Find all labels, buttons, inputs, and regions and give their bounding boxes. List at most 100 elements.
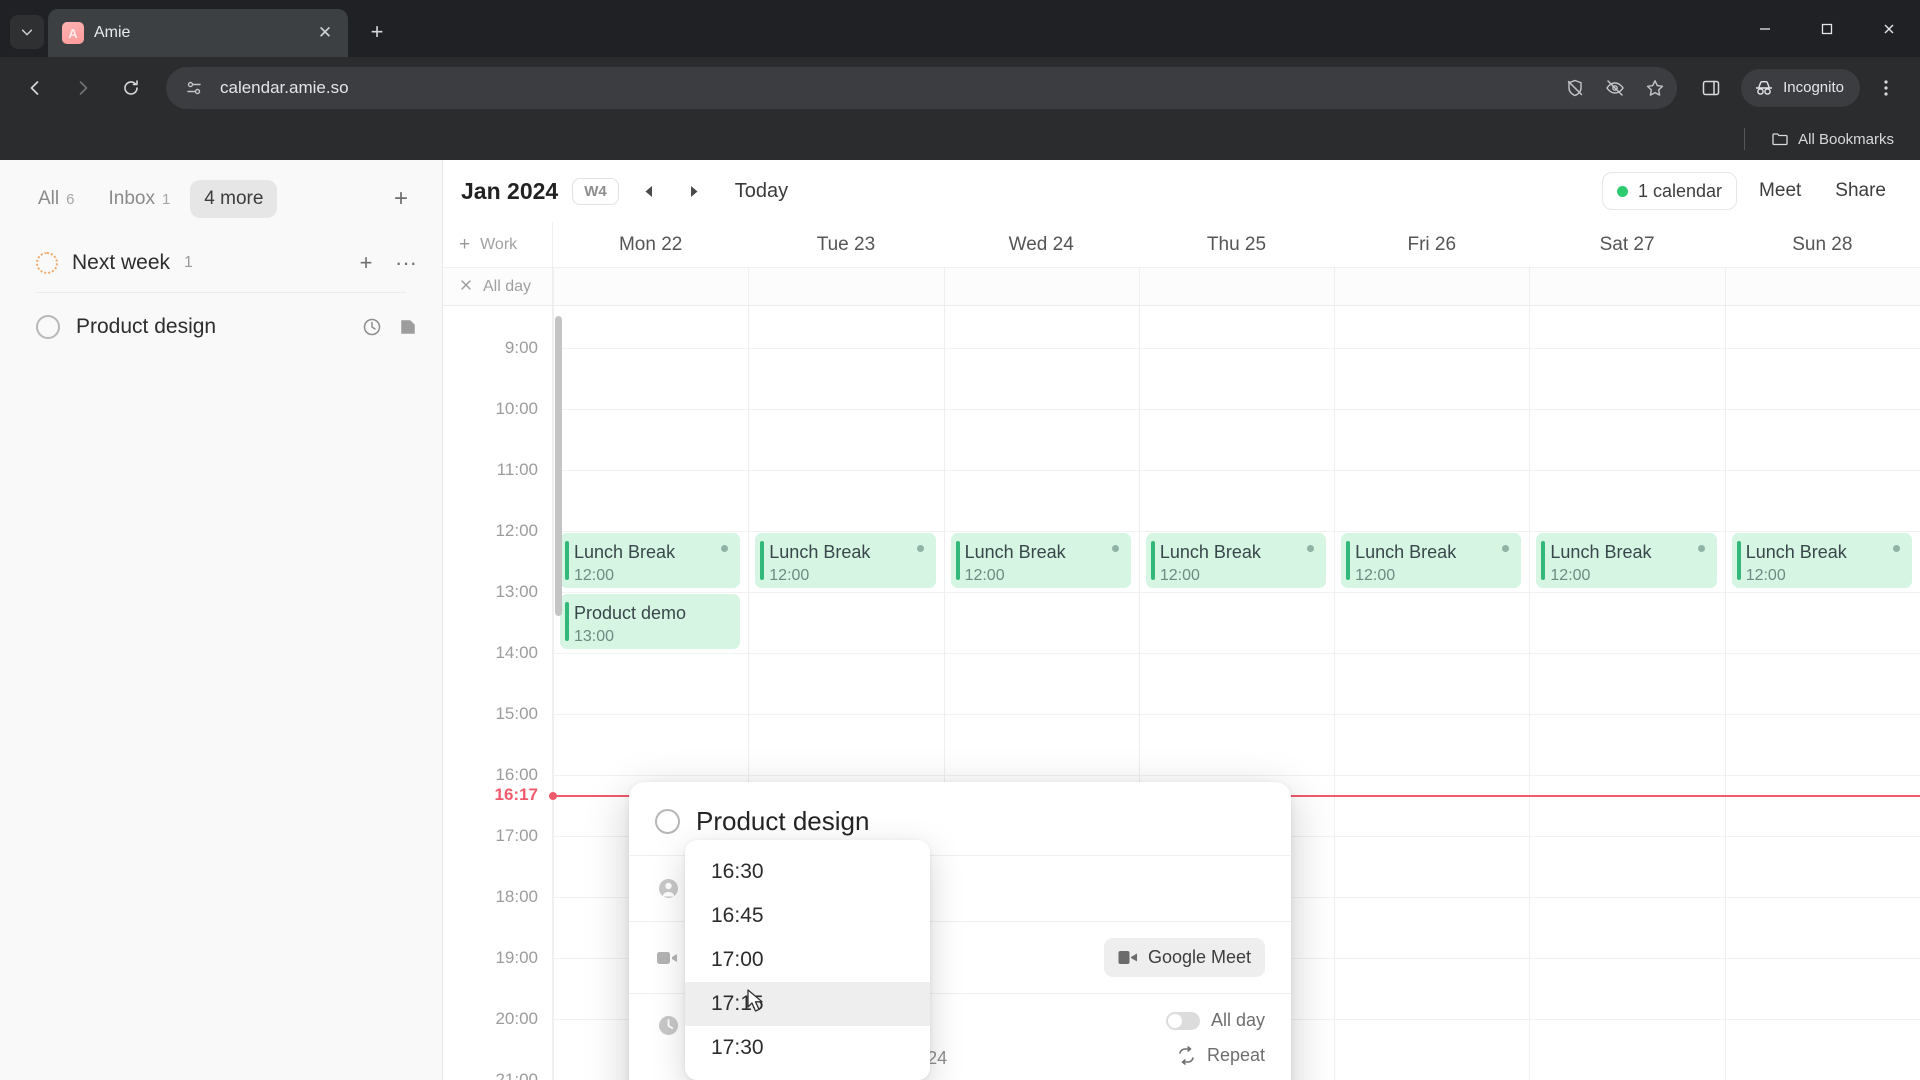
calendar-event[interactable]: Lunch Break 12:00 xyxy=(1145,533,1327,588)
day-column[interactable]: Lunch Break 12:00 xyxy=(1334,306,1530,1080)
calendar-event[interactable]: Product demo 13:00 xyxy=(560,594,741,649)
add-calendar-icon[interactable]: + xyxy=(459,234,470,256)
calendar-event[interactable]: Lunch Break 12:00 xyxy=(1341,533,1522,588)
time-option[interactable]: 16:30 xyxy=(685,850,930,894)
work-toggle[interactable]: + Work xyxy=(443,222,553,267)
hour-gridline xyxy=(1530,897,1725,898)
collapse-icon[interactable] xyxy=(459,276,473,298)
event-time: 12:00 xyxy=(964,566,1005,584)
all-day-toggle[interactable]: All day xyxy=(1165,1010,1265,1031)
time-option[interactable]: 17:30 xyxy=(685,1026,930,1070)
day-header-sun[interactable]: Sun 28 xyxy=(1725,222,1920,267)
calendar-event[interactable]: Lunch Break 12:00 xyxy=(560,533,741,588)
close-window-icon[interactable] xyxy=(1858,0,1920,57)
task-checkbox[interactable] xyxy=(36,315,60,339)
side-panel-icon[interactable] xyxy=(1691,68,1731,108)
day-column[interactable]: Lunch Break 12:00 xyxy=(1529,306,1725,1080)
incognito-eye-icon[interactable] xyxy=(1601,74,1629,102)
scrollbar-thumb[interactable] xyxy=(555,316,562,616)
event-title: Lunch Break xyxy=(574,542,676,562)
today-button[interactable]: Today xyxy=(725,175,798,208)
hour-gridline xyxy=(749,470,944,471)
week-number-chip[interactable]: W4 xyxy=(572,177,619,205)
day-header-tue[interactable]: Tue 23 xyxy=(748,222,943,267)
event-title: Lunch Break xyxy=(1745,542,1847,562)
address-bar[interactable]: calendar.amie.so xyxy=(166,66,1678,109)
all-day-cell[interactable] xyxy=(943,268,1139,305)
hour-gridline xyxy=(944,531,1139,532)
meet-button[interactable]: Meet xyxy=(1747,172,1813,210)
next-week-icon[interactable] xyxy=(679,175,711,207)
tracking-protection-icon[interactable] xyxy=(1561,74,1589,102)
task-item-product-design[interactable]: Product design xyxy=(0,293,442,361)
add-list-icon[interactable]: + xyxy=(384,182,418,216)
hour-gridline xyxy=(1335,714,1530,715)
current-time-label: 16:17 xyxy=(494,785,538,804)
tab-title: Amie xyxy=(94,24,131,41)
day-header-wed[interactable]: Wed 24 xyxy=(944,222,1139,267)
day-column[interactable]: Lunch Break 12:00 xyxy=(1724,306,1920,1080)
maximize-icon[interactable] xyxy=(1796,0,1858,57)
time-label: 9:00 xyxy=(504,338,538,357)
time-option[interactable]: 16:45 xyxy=(685,894,930,938)
day-header-sat[interactable]: Sat 27 xyxy=(1529,222,1724,267)
window-controls xyxy=(1734,0,1920,57)
day-header-mon[interactable]: Mon 22 xyxy=(553,222,748,267)
section-title: Next week xyxy=(72,251,171,274)
new-tab-icon[interactable]: + xyxy=(360,15,394,49)
event-detail-popup[interactable]: Product design Google Meet All day Repea… xyxy=(629,782,1291,1080)
forward-icon[interactable] xyxy=(62,67,104,109)
time-picker-dropdown[interactable]: 16:30 16:45 17:00 17:15 17:30 xyxy=(685,840,930,1080)
event-title: Lunch Break xyxy=(1355,542,1457,562)
google-meet-button[interactable]: Google Meet xyxy=(1103,938,1265,977)
tab-search-button[interactable] xyxy=(10,15,44,49)
time-option[interactable]: 17:15 xyxy=(685,982,930,1026)
minimize-icon[interactable] xyxy=(1734,0,1796,57)
section-more-icon[interactable]: ··· xyxy=(394,250,418,276)
hour-gridline xyxy=(1530,409,1725,410)
calendar-event[interactable]: Lunch Break 12:00 xyxy=(1731,533,1912,588)
all-day-cell[interactable] xyxy=(1334,268,1529,305)
chrome-menu-icon[interactable] xyxy=(1866,68,1906,108)
all-day-cell[interactable] xyxy=(1529,268,1724,305)
repeat-button[interactable]: Repeat xyxy=(1177,1045,1265,1066)
calendar-event[interactable]: Lunch Break 12:00 xyxy=(1536,533,1717,588)
popup-task-checkbox[interactable] xyxy=(655,809,680,834)
event-status-dot xyxy=(1697,545,1705,552)
day-header-thu[interactable]: Thu 25 xyxy=(1139,222,1334,267)
calendar-event[interactable]: Lunch Break 12:00 xyxy=(755,533,936,588)
reload-icon[interactable] xyxy=(110,67,152,109)
back-icon[interactable] xyxy=(14,67,56,109)
incognito-label: Incognito xyxy=(1783,79,1844,96)
sidebar-tab-inbox[interactable]: Inbox 1 xyxy=(94,180,184,218)
time-option[interactable]: 17:00 xyxy=(685,938,930,982)
share-button[interactable]: Share xyxy=(1823,172,1898,210)
sidebar-tab-all[interactable]: All 6 xyxy=(24,180,88,218)
hour-gridline xyxy=(1725,1019,1920,1020)
all-bookmarks-button[interactable]: All Bookmarks xyxy=(1763,126,1902,152)
calendar-scrollbar[interactable] xyxy=(553,306,563,1080)
prev-week-icon[interactable] xyxy=(633,175,665,207)
all-day-cell[interactable] xyxy=(1724,268,1920,305)
all-day-cell[interactable] xyxy=(553,268,748,305)
clock-icon[interactable] xyxy=(362,317,382,337)
all-day-switch-icon[interactable] xyxy=(1165,1011,1200,1030)
url-text[interactable]: calendar.amie.so xyxy=(220,78,1549,98)
all-day-gutter[interactable]: All day xyxy=(443,268,553,305)
all-day-cell[interactable] xyxy=(748,268,943,305)
all-day-cell[interactable] xyxy=(1138,268,1334,305)
incognito-indicator[interactable]: Incognito xyxy=(1741,68,1860,107)
day-header-fri[interactable]: Fri 26 xyxy=(1334,222,1529,267)
close-tab-icon[interactable]: ✕ xyxy=(312,20,338,46)
sidebar-section-next-week[interactable]: Next week 1 + ··· xyxy=(0,228,442,292)
hour-gridline xyxy=(1725,531,1920,532)
calendar-selector-chip[interactable]: 1 calendar xyxy=(1601,172,1738,210)
bookmark-star-icon[interactable] xyxy=(1641,74,1669,102)
calendar-event[interactable]: Lunch Break 12:00 xyxy=(950,533,1131,588)
browser-tab[interactable]: A Amie ✕ xyxy=(48,9,348,57)
popup-title[interactable]: Product design xyxy=(696,806,869,837)
add-task-icon[interactable]: + xyxy=(354,250,378,276)
site-settings-icon[interactable] xyxy=(180,74,208,102)
note-icon[interactable] xyxy=(398,317,418,337)
sidebar-tab-more[interactable]: 4 more xyxy=(190,180,278,218)
